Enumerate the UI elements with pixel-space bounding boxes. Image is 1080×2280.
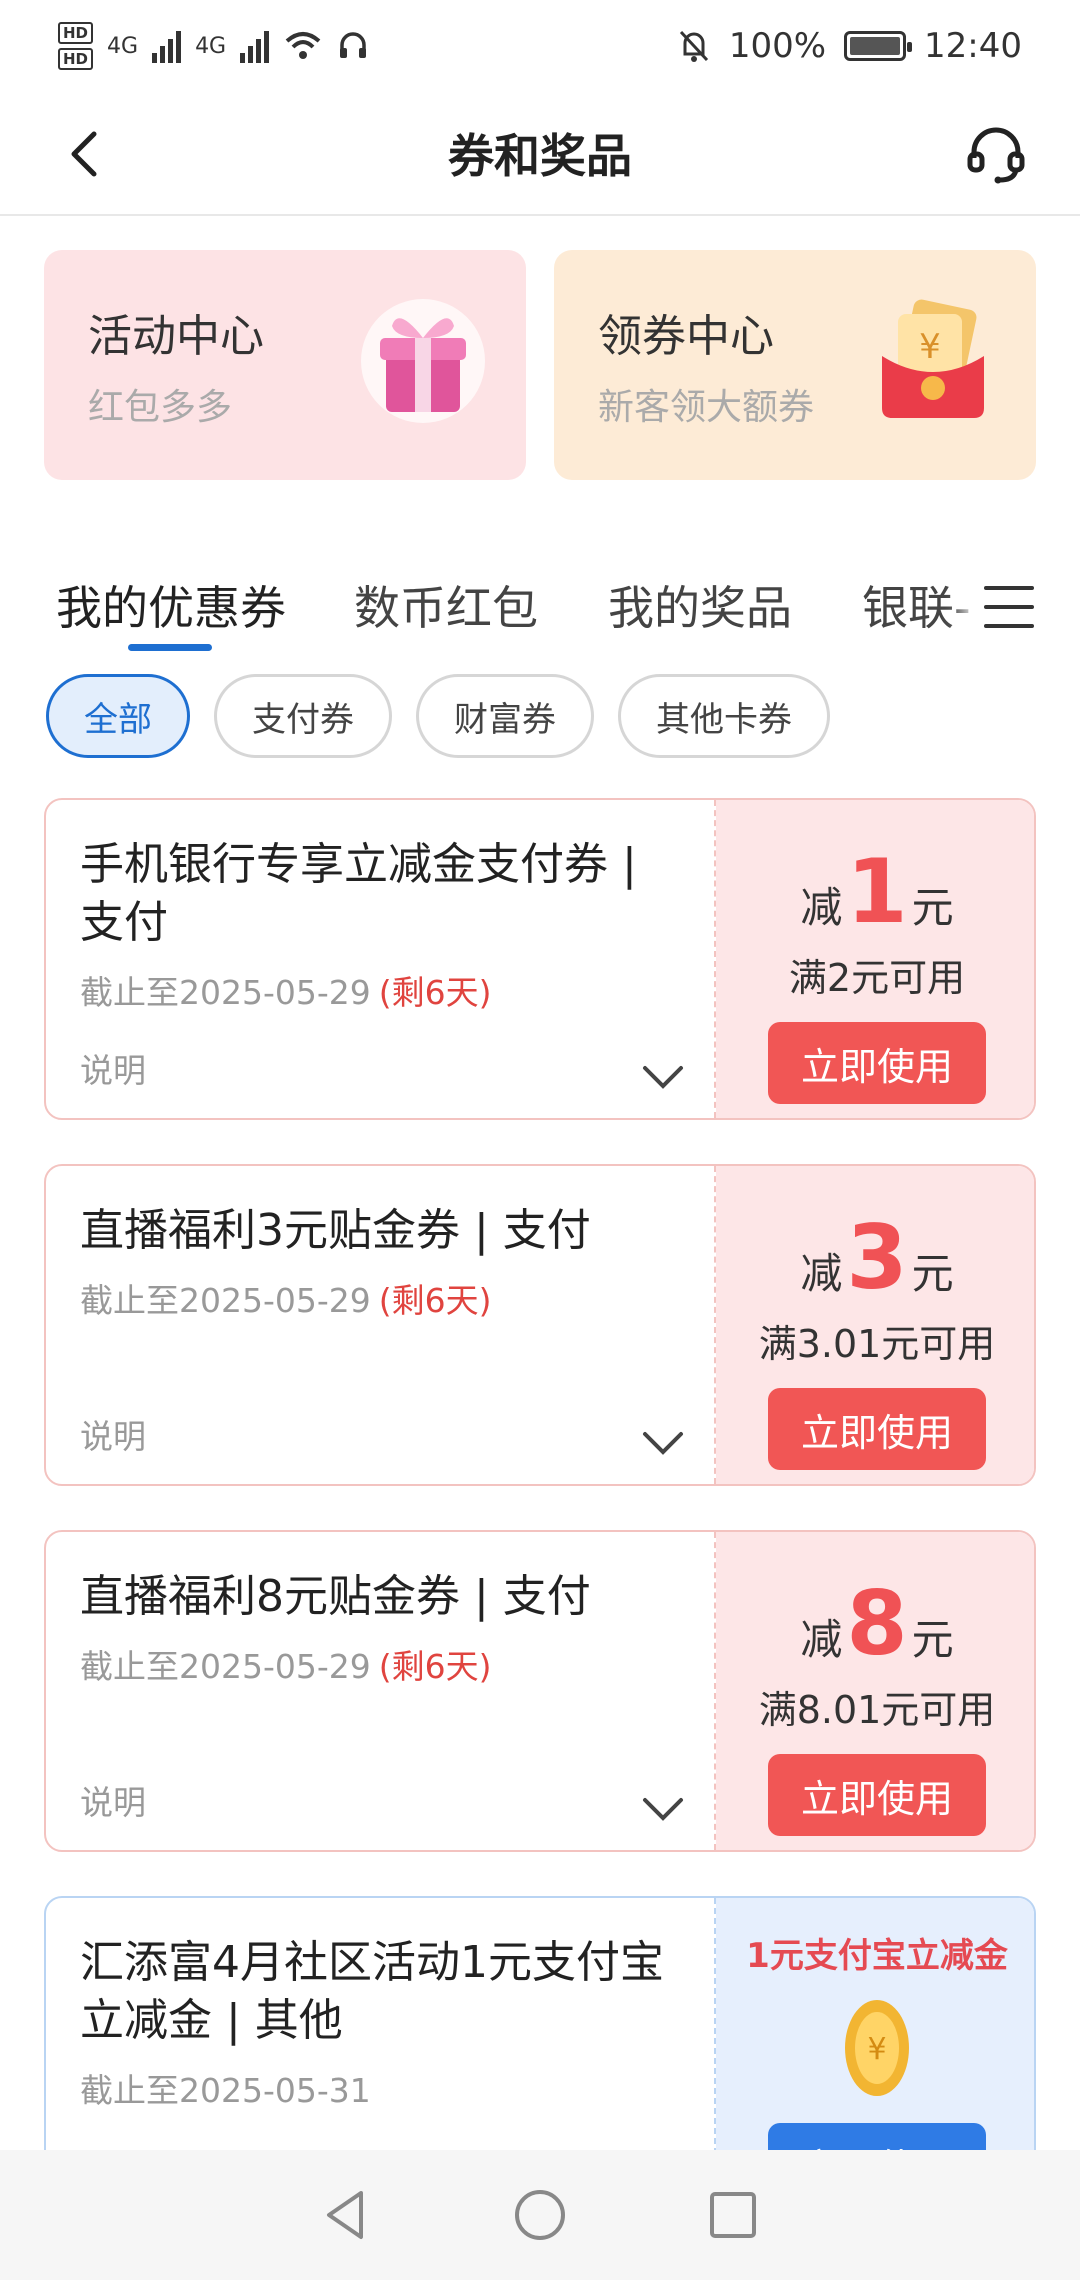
- coupon-description-toggle[interactable]: 说明: [80, 1410, 146, 1458]
- days-remaining: (剩6天): [378, 973, 492, 1012]
- coupon-value-panel: 减3元 满3.01元可用 立即使用: [716, 1166, 1034, 1484]
- coupon-condition: 满2元可用: [788, 956, 966, 1000]
- coupon-amount: 减8元: [716, 1572, 1034, 1675]
- main-content: 活动中心 红包多多 领券中心 新客领大额券 ¥ 我的优惠券 数币红包 我的奖品 …: [0, 216, 1080, 2150]
- days-remaining: (剩6天): [378, 1281, 492, 1320]
- customer-service-icon[interactable]: [964, 122, 1028, 186]
- tab-my-coupons[interactable]: 我的优惠券: [56, 572, 286, 638]
- amount-prefix: 减: [800, 883, 843, 932]
- coupon-card[interactable]: 直播福利8元贴金券 | 支付 截止至2025-05-29 (剩6天) 说明 减8元…: [44, 1530, 1036, 1852]
- network-label-2: 4G: [195, 33, 227, 59]
- chevron-down-icon[interactable]: [642, 1064, 684, 1090]
- use-now-button[interactable]: 立即使用: [768, 1022, 986, 1104]
- amount-unit: 元: [911, 1615, 954, 1664]
- filter-all[interactable]: 全部: [46, 674, 190, 758]
- coupon-info: 直播福利3元贴金券 | 支付 截止至2025-05-29 (剩6天): [46, 1166, 714, 1484]
- headset-status-icon: [340, 32, 367, 58]
- expiry-date: 截止至2025-05-31: [80, 2071, 371, 2110]
- coupon-tabs: 我的优惠券 数币红包 我的奖品 银联-: [0, 550, 1080, 660]
- amount-value: 3: [846, 1206, 908, 1309]
- battery-icon: [844, 31, 913, 61]
- expiry-date: 截止至2025-05-29: [80, 973, 371, 1012]
- nav-back-icon[interactable]: [317, 2185, 377, 2245]
- app-header: 券和奖品: [0, 92, 1080, 216]
- system-navigation-bar: [0, 2150, 1080, 2280]
- tab-unionpay[interactable]: 银联-: [862, 572, 971, 638]
- gift-box-icon: [361, 299, 485, 423]
- coupon-expiry: 截止至2025-05-29 (剩6天): [80, 966, 714, 1014]
- hd-label-2: HD: [58, 48, 94, 70]
- coupon-description-toggle[interactable]: 说明: [80, 1044, 146, 1092]
- expiry-date: 截止至2025-05-29: [80, 1281, 371, 1320]
- menu-icon[interactable]: [984, 586, 1034, 632]
- coupon-value-panel: 1元支付宝立减金 ¥ 立即使用: [716, 1898, 1034, 2150]
- amount-prefix: 减: [800, 1615, 843, 1664]
- coupon-center-card[interactable]: 领券中心 新客领大额券 ¥: [554, 250, 1036, 480]
- gold-coin-icon: ¥: [845, 2000, 909, 2096]
- coupon-name: 汇添富4月社区活动1元支付宝立减金 | 其他: [80, 1937, 664, 2046]
- filter-chips: 全部 支付券 财富券 其他卡券: [46, 674, 830, 758]
- coupon-description-toggle[interactable]: 说明: [80, 1776, 146, 1824]
- status-left: HD HD 4G 4G: [58, 22, 369, 70]
- svg-text:¥: ¥: [867, 2032, 886, 2067]
- filter-payment[interactable]: 支付券: [214, 674, 392, 758]
- activity-center-card[interactable]: 活动中心 红包多多: [44, 250, 526, 480]
- status-right: 100% 12:40: [677, 26, 1022, 66]
- coupon-name: 手机银行专享立减金支付券 | 支付: [80, 839, 637, 948]
- coupon-amount: 减3元: [716, 1206, 1034, 1309]
- filter-wealth[interactable]: 财富券: [416, 674, 594, 758]
- use-now-button[interactable]: 立即使用: [768, 1754, 986, 1836]
- days-remaining: (剩6天): [378, 1647, 492, 1686]
- coupon-expiry: 截止至2025-05-31: [80, 2064, 714, 2112]
- coupon-info: 直播福利8元贴金券 | 支付 截止至2025-05-29 (剩6天): [46, 1532, 714, 1850]
- active-tab-indicator: [128, 644, 212, 651]
- red-envelope-icon: ¥: [882, 299, 984, 418]
- amount-unit: 元: [911, 1249, 954, 1298]
- hd-indicator: HD HD: [58, 22, 94, 70]
- coupon-condition: 满8.01元可用: [758, 1688, 996, 1732]
- clock: 12:40: [924, 26, 1022, 66]
- coupon-info: 汇添富4月社区活动1元支付宝立减金 | 其他 截止至2025-05-31: [46, 1898, 714, 2150]
- wifi-icon: [285, 32, 321, 59]
- nav-home-icon[interactable]: [510, 2185, 570, 2245]
- coupon-card[interactable]: 汇添富4月社区活动1元支付宝立减金 | 其他 截止至2025-05-31 1元支…: [44, 1896, 1036, 2150]
- coupon-name: 直播福利3元贴金券 | 支付: [80, 1205, 591, 1256]
- back-icon[interactable]: [58, 126, 114, 182]
- use-now-button[interactable]: 立即使用: [768, 2123, 986, 2150]
- mute-bell-icon: [679, 30, 708, 62]
- nav-recent-icon[interactable]: [703, 2185, 763, 2245]
- coupon-value-panel: 减1元 满2元可用 立即使用: [716, 800, 1034, 1118]
- signal-icon-2: [240, 29, 270, 63]
- coupon-expiry: 截止至2025-05-29 (剩6天): [80, 1274, 714, 1322]
- amount-value: 8: [846, 1572, 908, 1675]
- amount-unit: 元: [911, 883, 954, 932]
- page-title: 券和奖品: [448, 129, 632, 183]
- coupon-value-panel: 减8元 满8.01元可用 立即使用: [716, 1532, 1034, 1850]
- signal-icon: [152, 29, 182, 63]
- coupon-condition: 满3.01元可用: [758, 1322, 996, 1366]
- coupon-info: 手机银行专享立减金支付券 | 支付 截止至2025-05-29 (剩6天): [46, 800, 714, 1118]
- coupon-card[interactable]: 手机银行专享立减金支付券 | 支付 截止至2025-05-29 (剩6天) 说明 …: [44, 798, 1036, 1120]
- expiry-date: 截止至2025-05-29: [80, 1647, 371, 1686]
- use-now-button[interactable]: 立即使用: [768, 1388, 986, 1470]
- status-bar: HD HD 4G 4G 100% 12:40: [0, 0, 1080, 92]
- chevron-down-icon[interactable]: [642, 1796, 684, 1822]
- coupon-card[interactable]: 直播福利3元贴金券 | 支付 截止至2025-05-29 (剩6天) 说明 减3元…: [44, 1164, 1036, 1486]
- amount-prefix: 减: [800, 1249, 843, 1298]
- coupon-expiry: 截止至2025-05-29 (剩6天): [80, 1640, 714, 1688]
- svg-text:¥: ¥: [919, 327, 941, 367]
- coupon-special-label: 1元支付宝立减金: [746, 1936, 1008, 1976]
- chevron-down-icon[interactable]: [642, 1430, 684, 1456]
- amount-value: 1: [846, 840, 908, 943]
- battery-percent: 100%: [728, 26, 827, 66]
- network-label-1: 4G: [107, 33, 139, 59]
- tab-my-prizes[interactable]: 我的奖品: [608, 572, 792, 638]
- filter-other-cards[interactable]: 其他卡券: [618, 674, 830, 758]
- coupon-amount: 减1元: [716, 840, 1034, 943]
- hd-label-1: HD: [58, 22, 94, 44]
- tab-digital-red-packets[interactable]: 数币红包: [354, 572, 538, 638]
- coupon-name: 直播福利8元贴金券 | 支付: [80, 1571, 591, 1622]
